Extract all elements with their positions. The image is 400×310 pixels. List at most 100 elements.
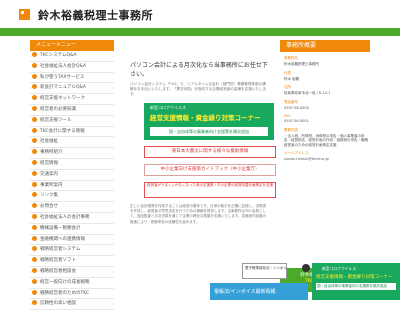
sidebar-item[interactable]: リンク集 (30, 191, 114, 203)
sidebar-item[interactable]: 経営一般向けの成長戦略 (30, 278, 114, 289)
bullet-icon (32, 138, 37, 144)
logo-icon (19, 9, 30, 20)
sidebar-item[interactable]: 経営者の必要知識 (30, 105, 114, 116)
sidebar-item-label: 交通案内 (40, 171, 58, 177)
sidebar-item[interactable]: 戦略経営者のためのTKC (30, 289, 114, 300)
header-stripe (0, 28, 400, 36)
sidebar-item[interactable]: TKCシステムQ&A (30, 51, 114, 62)
bullet-icon (32, 127, 37, 133)
profile-label: FAX (284, 114, 291, 118)
profile-value: 鈴木裕義税理士事務所 (284, 62, 319, 66)
invoice-info-banner[interactable]: 電帳法/インボイス最新情報 (210, 283, 308, 300)
sidebar-item[interactable]: 事務所紹介 (30, 148, 114, 159)
sidebar-item[interactable]: 経営支援ツール (30, 116, 114, 127)
profile-value: 鈴木 裕義 (284, 76, 300, 81)
sidebar-item-label: TKCシステムQ&A (40, 53, 77, 58)
body-paragraph: 正しい会計帳簿を作成することは経営の基本です。日常の取引を正確に記録し、決算書を… (130, 204, 267, 224)
sidebar-item[interactable]: 新会計マニュアルQ&A (30, 83, 114, 95)
sidebar-item-label: 社会福祉法人会計Q&A (40, 63, 87, 69)
guidebook-link[interactable]: 中小企業向け支援策ガイドブック（中小企業庁） (144, 164, 276, 176)
bullet-icon (32, 105, 37, 111)
sidebar-right: 事務所概要 事務所名 鈴木裕義税理士事務所 代表 鈴木 裕義 住所 岐阜県岐阜市北一色 /… (280, 40, 370, 300)
profile-label: メールアドレス (284, 151, 309, 155)
sidebar-item[interactable]: 経営支援ネットワーク (30, 94, 114, 105)
covid-popup-sub[interactable]: 国・自治体等の事業者向け支援策を順次追加 (316, 283, 396, 290)
sidebar-item-label: 経営支援ネットワーク (40, 96, 85, 102)
intro-paragraph: パソコン会計システム「FX2」で、リアルタイムな会計（部門別）業績管理体制の構築… (130, 82, 267, 96)
intro-text: パソコン会計による月次化なら当事務所にお任せ下さい。 (130, 62, 268, 78)
bullet-icon (32, 52, 37, 57)
sidebar-item[interactable]: 金融機関への連携情報 (30, 235, 114, 246)
sidebar-item-label: リンク集 (40, 193, 58, 199)
bullet-icon (32, 149, 37, 155)
sidebar-item-label: 戦略経営者システム (40, 247, 81, 253)
sidebar-item[interactable]: 機械設備・税務会計 (30, 224, 114, 235)
profile-value: 岐阜県岐阜市北一色 / 8-14-1 (284, 91, 331, 95)
bullet-icon (32, 73, 37, 79)
profile-value: ・法人税、所得税、消費税の申告・個人事業者の申告・経営助言、経営計画の作成・相続… (284, 133, 368, 147)
profile-label: 住所 (284, 85, 291, 89)
office-profile: 事務所名鈴木裕義税理士事務所 代表 鈴木 裕義住所岐阜県岐阜市北一色 / 8-14-… (280, 56, 370, 162)
banner-sub-button[interactable]: 国・自治体等の事業者向け支援策を順次追加 (150, 127, 268, 136)
sidebar-item-label: 戦略経営者相談会 (40, 268, 76, 274)
bullet-icon (32, 170, 37, 176)
site-title[interactable]: 鈴木裕義税理士事務所 (38, 7, 153, 23)
earthquake-link[interactable]: 東日本大震災に関する様々な援助情報 (144, 146, 276, 158)
profile-label: 代表 (284, 70, 291, 75)
bullet-icon (32, 289, 37, 295)
sidebar-item[interactable]: お問合せ (30, 202, 114, 213)
bullet-icon (32, 62, 37, 68)
bullet-icon (32, 278, 37, 284)
sidebar-item-label: 信頼性の高い相談 (40, 301, 76, 307)
covid-popup[interactable]: 新型コロナウイルス 経営支援情報・資金繰り対策コーナー 国・自治体等の事業者向け… (302, 263, 400, 300)
sidebar-item[interactable]: TKC会計に関する情報 (30, 127, 114, 138)
sidebar-item-label: 戦略経営者ソフト (40, 258, 76, 264)
banner-small-label: 新型コロナウイルス (150, 105, 186, 110)
sidebar-item[interactable]: 事業所案内 (30, 181, 114, 192)
info-popup-button[interactable]: 電子帳簿保存法・インボイス (242, 263, 287, 279)
sidebar-item[interactable]: 戦略経営者相談会 (30, 267, 114, 278)
support-link[interactable]: 経営者がうまくいかなくなった時の支援策 / 中小企業の経営改善計画策定を支援 (144, 182, 276, 198)
sidebar-item-label: 経営一般向けの成長戦略 (40, 279, 90, 285)
bullet-icon (32, 213, 37, 219)
profile-label: 事務所名 (284, 56, 298, 60)
sidebar-item-label: 新会計マニュアルQ&A (40, 85, 86, 91)
covid-popup-title: 経営支援情報・資金繰り対策コーナー (316, 275, 393, 280)
sidebar-item-label: 経営者の必要知識 (40, 106, 76, 112)
bullet-icon (32, 159, 37, 165)
profile-value: 0597-56-0001 (284, 119, 309, 123)
sidebar-item-label: 社会福祉法人の会計事務 (40, 214, 90, 220)
sidebar-item[interactable]: 社会福祉 (30, 137, 114, 149)
sidebar-item-label: 機械設備・税務会計 (40, 225, 81, 231)
sidebar-item[interactable]: 私が使うTAXサービス (30, 73, 114, 84)
bullet-icon (32, 192, 37, 198)
sidebar-item-label: 金融機関への連携情報 (40, 236, 85, 242)
covid-banner[interactable]: 新型コロナウイルス 経営支援情報・資金繰り対策コーナー 国・自治体等の事業者向け… (144, 103, 274, 140)
sidebar-item[interactable]: 戦略経営者ソフト (30, 256, 114, 267)
sidebar-left: メニューメニュー TKCシステムQ&A 社会福祉法人会計Q&A 私が使うTAXサービ… (30, 40, 114, 310)
sidebar-item[interactable]: 戦略経営者システム (30, 245, 114, 257)
bullet-icon (32, 246, 37, 252)
sidebar-item[interactable]: 交通案内 (30, 170, 114, 181)
sidebar-item[interactable]: 社会福祉法人の会計事務 (30, 213, 114, 224)
profile-label: 業務内容 (284, 127, 298, 132)
sidebar-heading: メニューメニュー (30, 40, 114, 51)
sidebar-item-label: 社会福祉 (40, 139, 58, 145)
sidebar-item-label: 事務所紹介 (40, 150, 63, 156)
sidebar-item[interactable]: 信頼性の高い相談 (30, 299, 114, 310)
sidebar-nav: TKCシステムQ&A 社会福祉法人会計Q&A 私が使うTAXサービス 新会計マニュアル… (30, 51, 114, 310)
bullet-icon (32, 267, 37, 273)
bullet-icon (32, 116, 37, 122)
close-icon[interactable] (302, 264, 310, 272)
profile-value: suzuki-hiroshi@tkcnf.or.jp (284, 157, 329, 161)
bullet-icon (32, 300, 37, 306)
bullet-icon (32, 84, 37, 90)
sidebar-item[interactable]: 社会福祉法人会計Q&A (30, 62, 114, 73)
site-header: 鈴木裕義税理士事務所 (0, 0, 400, 28)
sidebar-item-label: 経営支援ツール (40, 117, 72, 123)
profile-label: 電話番号 (284, 99, 298, 104)
sidebar-item[interactable]: 経営情報 (30, 159, 114, 170)
sidebar-item-label: 戦略経営者のためのTKC (40, 290, 90, 296)
bullet-icon (32, 95, 37, 101)
profile-value: 0597-56-0000 (284, 105, 309, 110)
